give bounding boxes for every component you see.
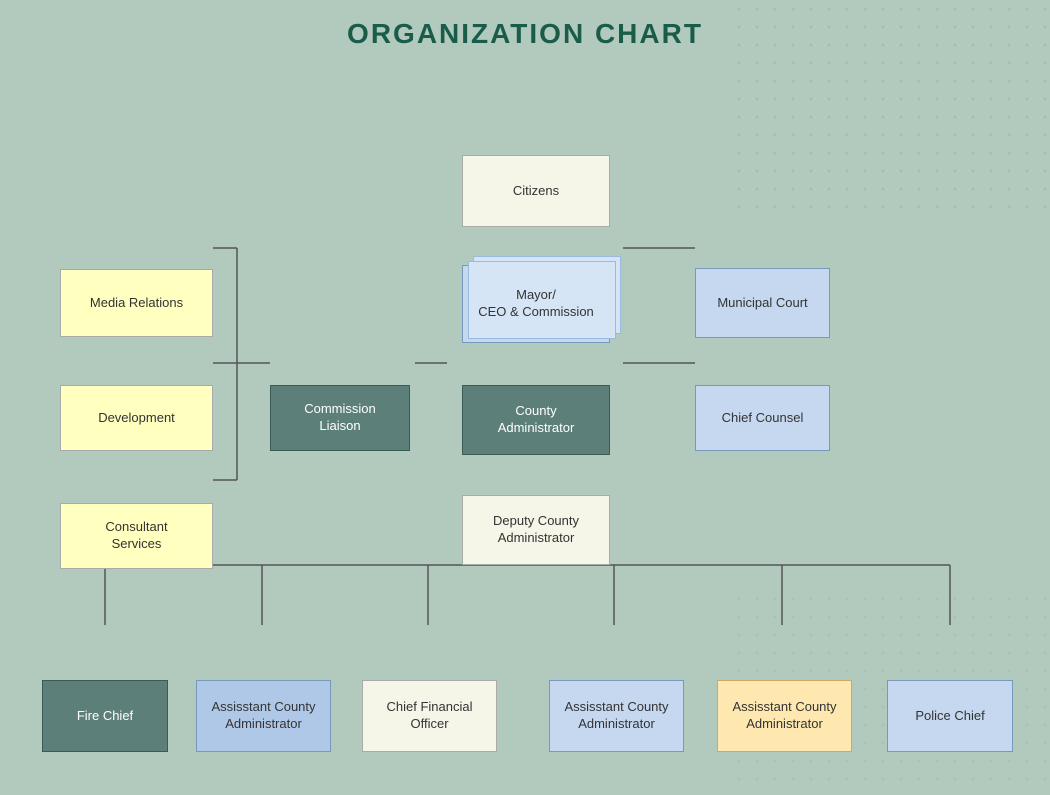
asst-county-admin-2-box: Assisstant County Administrator [549,680,684,752]
asst-county-admin-1-box: Assisstant County Administrator [196,680,331,752]
county-administrator-box: County Administrator [462,385,610,455]
development-box: Development [60,385,213,451]
municipal-court-box: Municipal Court [695,268,830,338]
media-relations-box: Media Relations [60,269,213,337]
commission-liaison-box: Commission Liaison [270,385,410,451]
mayor-box: Mayor/ CEO & Commission [462,265,610,343]
deputy-county-admin-box: Deputy County Administrator [462,495,610,565]
asst-county-admin-3-box: Assisstant County Administrator [717,680,852,752]
org-chart: Citizens Mayor/ CEO & Commission Municip… [0,55,1050,795]
fire-chief-box: Fire Chief [42,680,168,752]
police-chief-box: Police Chief [887,680,1013,752]
chief-counsel-box: Chief Counsel [695,385,830,451]
chief-financial-officer-box: Chief Financial Officer [362,680,497,752]
page-title: ORGANIZATION CHART [0,0,1050,50]
citizens-box: Citizens [462,155,610,227]
consultant-services-box: Consultant Services [60,503,213,569]
